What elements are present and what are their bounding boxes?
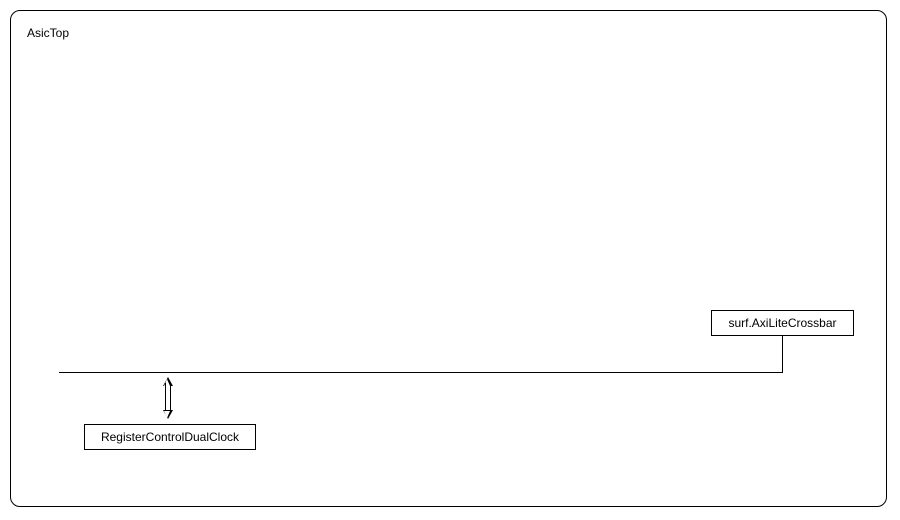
block-register-control-dual-clock-label: RegisterControlDualClock: [101, 430, 239, 444]
container-title: AsicTop: [27, 26, 69, 40]
diagram-canvas: AsicTop surf.AxiLiteCrossbar RegisterCon…: [0, 0, 900, 520]
block-axilite-crossbar-label: surf.AxiLiteCrossbar: [728, 316, 836, 330]
edge-bus-horizontal: [59, 372, 783, 373]
block-axilite-crossbar: surf.AxiLiteCrossbar: [711, 310, 854, 336]
edge-bus-to-regctrl-bidir-icon: [162, 377, 174, 419]
edge-crossbar-to-bus-vertical: [782, 336, 783, 372]
block-register-control-dual-clock: RegisterControlDualClock: [84, 424, 256, 450]
